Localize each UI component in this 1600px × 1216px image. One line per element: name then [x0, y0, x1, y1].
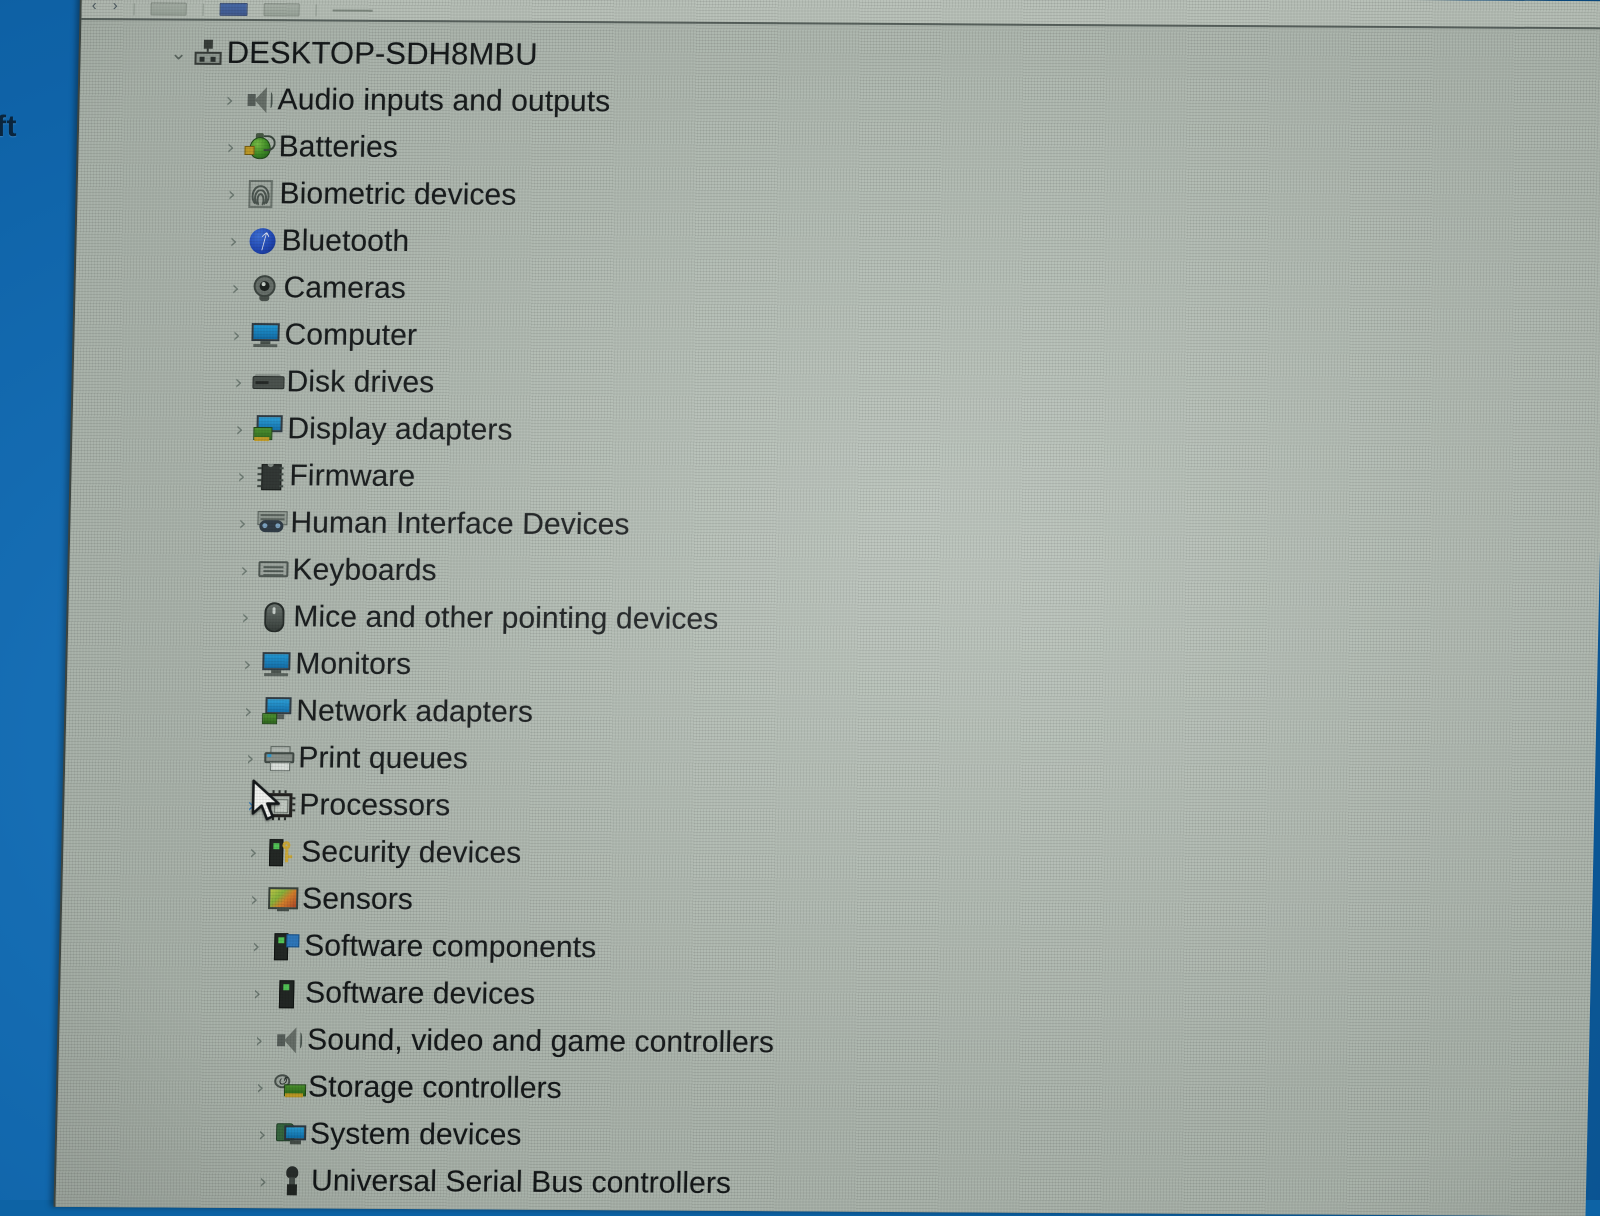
tree-item-label: Software components [303, 928, 597, 964]
tree-item-label: Firmware [289, 458, 416, 493]
tree-item-label: Mice and other pointing devices [293, 599, 719, 636]
back-arrow-icon[interactable]: ‹ [92, 0, 97, 14]
security-key-icon [263, 838, 302, 866]
toolbar-separator [133, 3, 135, 16]
chevron-right-icon[interactable]: › [244, 887, 264, 911]
software-component-icon [266, 932, 305, 960]
disk-drive-icon [248, 373, 286, 391]
chevron-right-icon[interactable]: › [231, 463, 251, 487]
tree-item-label: Batteries [278, 129, 399, 164]
speaker-icon [269, 1026, 308, 1054]
chevron-right-icon[interactable]: › [228, 369, 248, 393]
tree-item-label: Monitors [295, 646, 412, 681]
chevron-right-icon[interactable]: › [247, 981, 267, 1005]
tree-item-label: Bluetooth [281, 223, 410, 258]
device-tree[interactable]: ⌄ DESKTOP-SDH8MBU › Audio inputs and out… [55, 22, 1600, 1216]
chevron-right-icon[interactable]: › [246, 934, 266, 958]
chevron-right-icon[interactable]: › [225, 275, 245, 299]
sensor-icon [264, 886, 303, 911]
scan-hardware-button[interactable] [263, 3, 300, 17]
tree-item-label: Audio inputs and outputs [277, 82, 611, 118]
camera-icon [245, 274, 284, 302]
gamepad-keyboard-icon [252, 510, 291, 536]
tree-item-label: USB Connector Managers [313, 1211, 666, 1216]
chevron-right-icon[interactable]: › [229, 416, 249, 440]
chevron-right-icon[interactable]: › [223, 228, 243, 252]
keyboard-icon [254, 560, 292, 580]
tree-root-label: DESKTOP-SDH8MBU [226, 34, 539, 72]
monitor-icon [246, 322, 285, 348]
chevron-right-icon[interactable]: › [243, 840, 263, 864]
tree-item-label: Cameras [283, 270, 407, 305]
software-device-icon [267, 979, 306, 1008]
fingerprint-icon [241, 179, 280, 208]
chevron-down-icon[interactable]: ⌄ [168, 40, 188, 64]
device-manager-window: ‹ › ⌄ DESKTOP-SDH8MBU › Audio inputs and… [55, 0, 1600, 1216]
chevron-right-icon[interactable]: › [226, 322, 246, 346]
battery-icon [240, 132, 279, 160]
tree-item-label: Computer [284, 317, 418, 352]
display-adapter-icon [249, 414, 288, 443]
printer-icon [260, 745, 299, 771]
mouse-icon [255, 601, 294, 632]
chevron-right-icon[interactable]: › [220, 134, 240, 158]
help-button[interactable] [332, 4, 373, 17]
system-device-icon [272, 1121, 311, 1147]
chevron-right-icon[interactable]: › [238, 699, 258, 723]
toolbar-separator [202, 3, 204, 16]
tree-item-label: Software devices [304, 975, 536, 1011]
chevron-right-icon[interactable]: › [250, 1075, 270, 1099]
bluetooth-icon: ᛏ [243, 226, 282, 254]
chevron-right-icon[interactable]: › [235, 604, 255, 628]
tree-item-label: Biometric devices [279, 176, 517, 212]
speaker-icon [239, 85, 278, 113]
mouse-cursor [251, 779, 280, 821]
tree-item-label: Security devices [300, 834, 522, 870]
tree-item-label: Processors [298, 787, 451, 822]
tree-item-label: Disk drives [286, 364, 435, 399]
tree-item-label: Sound, video and game controllers [306, 1022, 775, 1059]
usb-icon [273, 1165, 312, 1196]
chevron-right-icon[interactable]: › [221, 181, 241, 205]
tree-item-label: Human Interface Devices [290, 505, 630, 541]
tree-item-label: Keyboards [292, 552, 438, 587]
chevron-right-icon[interactable]: › [252, 1122, 272, 1146]
tree-item-label: Network adapters [295, 693, 534, 729]
chevron-right-icon[interactable]: › [234, 557, 254, 581]
monitor-icon [257, 651, 296, 677]
forward-arrow-icon[interactable]: › [113, 0, 118, 14]
tree-item-label: Display adapters [287, 411, 513, 447]
chevron-right-icon[interactable]: › [237, 651, 257, 675]
properties-button[interactable] [150, 2, 187, 16]
chevron-right-icon[interactable]: › [219, 87, 239, 111]
chevron-right-icon[interactable]: › [253, 1169, 273, 1193]
chevron-right-icon[interactable]: › [240, 746, 260, 770]
tree-item-label: Universal Serial Bus controllers [310, 1163, 732, 1200]
tree-item-label: System devices [309, 1116, 522, 1152]
chip-icon [251, 462, 290, 490]
toolbar-separator [315, 4, 317, 17]
chevron-right-icon[interactable]: › [232, 510, 252, 534]
tree-item-label: Print queues [297, 740, 469, 775]
tree-item-label: Sensors [301, 881, 414, 916]
desktop-icon-label-partial: ft [0, 110, 17, 143]
tree-item-label: Storage controllers [307, 1069, 563, 1105]
update-driver-button[interactable] [219, 2, 248, 17]
chevron-right-icon[interactable]: › [249, 1028, 269, 1052]
storage-controller-icon: ↺ [270, 1073, 309, 1100]
computer-network-icon [188, 39, 227, 65]
network-adapter-icon [258, 696, 297, 725]
